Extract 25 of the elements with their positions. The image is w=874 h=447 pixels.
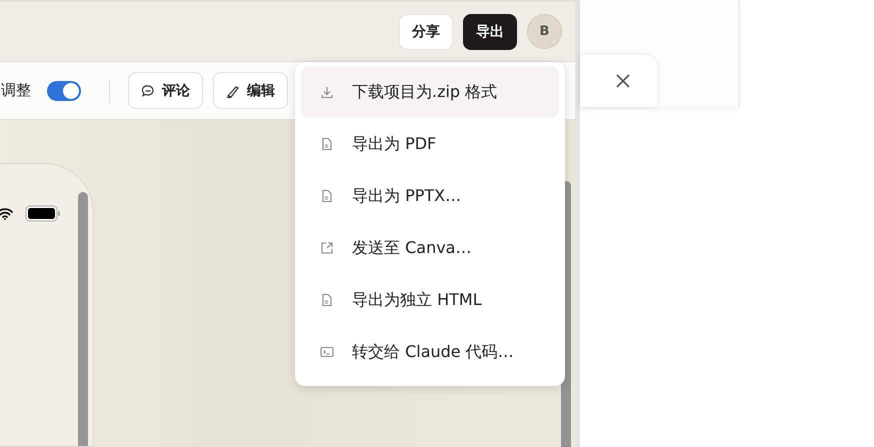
menu-item[interactable]: 导出为 PPTX…: [301, 170, 559, 222]
menu-item[interactable]: 转交给 Claude 代码…: [301, 326, 559, 378]
export-button[interactable]: 导出: [463, 14, 517, 50]
menu-item[interactable]: 导出为 PDF: [301, 118, 559, 170]
share-button[interactable]: 分享: [399, 14, 453, 50]
wifi-icon: [0, 207, 13, 220]
scrollbar[interactable]: [78, 192, 88, 446]
close-icon[interactable]: [616, 74, 630, 88]
comment-icon: [141, 84, 155, 98]
edit-button[interactable]: 编辑: [213, 72, 288, 109]
document-icon: [320, 137, 334, 151]
document-icon: [320, 189, 334, 203]
menu-item[interactable]: 下载项目为.zip 格式: [301, 66, 559, 118]
menu-item[interactable]: 发送至 Canva…: [301, 222, 559, 274]
download-icon: [320, 85, 334, 99]
comment-button[interactable]: 评论: [128, 72, 203, 109]
pen-icon: [226, 84, 240, 98]
terminal-icon: [320, 345, 334, 359]
document-icon: [320, 293, 334, 307]
toggle-label: 调整: [1, 81, 31, 100]
battery-icon: [25, 205, 61, 222]
external-link-icon: [320, 241, 334, 255]
avatar[interactable]: B: [527, 14, 562, 49]
menu-item[interactable]: 导出为独立 HTML: [301, 274, 559, 326]
toggle-switch[interactable]: [47, 80, 81, 100]
